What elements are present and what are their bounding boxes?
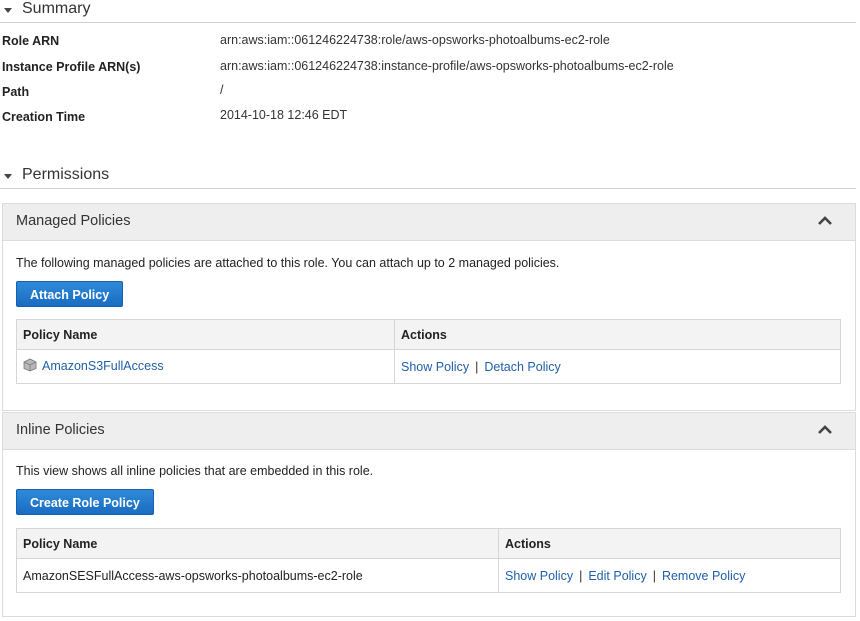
detach-policy-link[interactable]: Detach Policy <box>484 360 560 374</box>
managed-policies-table: Policy Name Actions AmazonS3FullAccess S… <box>16 319 841 384</box>
policy-name-cell: AmazonSESFullAccess-aws-opsworks-photoal… <box>16 558 499 593</box>
managed-policies-title: Managed Policies <box>16 213 131 229</box>
path-label: Path <box>2 85 30 99</box>
instance-profile-arn-value: arn:aws:iam::061246224738:instance-profi… <box>220 59 674 73</box>
policy-link-amazons3fullaccess[interactable]: AmazonS3FullAccess <box>42 359 164 373</box>
column-header-actions: Actions <box>498 528 841 559</box>
creation-time-value: 2014-10-18 12:46 EDT <box>220 108 348 122</box>
managed-policies-panel: Managed Policies The following managed p… <box>2 203 856 411</box>
inline-policies-title: Inline Policies <box>16 422 105 438</box>
inline-policies-table: Policy Name Actions AmazonSESFullAccess-… <box>16 528 841 593</box>
attach-policy-button[interactable]: Attach Policy <box>16 281 124 307</box>
create-role-policy-button[interactable]: Create Role Policy <box>16 489 154 515</box>
edit-policy-link[interactable]: Edit Policy <box>588 569 646 583</box>
managed-policies-description: The following managed policies are attac… <box>16 256 560 270</box>
summary-title: Summary <box>22 0 91 17</box>
remove-policy-link[interactable]: Remove Policy <box>662 569 745 583</box>
inline-policies-header[interactable]: Inline Policies <box>3 413 855 450</box>
role-arn-value: arn:aws:iam::061246224738:role/aws-opswo… <box>220 33 610 47</box>
column-header-policy-name: Policy Name <box>16 319 395 350</box>
show-policy-link[interactable]: Show Policy <box>401 360 469 374</box>
permissions-section-header[interactable]: Permissions <box>0 166 856 189</box>
actions-cell: Show Policy | Detach Policy <box>394 349 841 384</box>
action-separator: | <box>475 359 479 374</box>
managed-policies-header[interactable]: Managed Policies <box>3 204 855 241</box>
role-arn-label: Role ARN <box>2 34 60 48</box>
table-row: AmazonS3FullAccess Show Policy | Detach Po… <box>16 349 841 384</box>
inline-policies-description: This view shows all inline policies that… <box>16 464 374 478</box>
path-value: / <box>220 83 224 97</box>
table-header-row: Policy Name Actions <box>16 528 841 559</box>
action-separator: | <box>579 568 583 583</box>
summary-section-header[interactable]: Summary <box>0 0 856 23</box>
chevron-up-icon[interactable] <box>817 423 833 437</box>
permissions-title: Permissions <box>22 166 110 183</box>
actions-cell: Show Policy | Edit Policy | Remove Policy <box>498 558 841 593</box>
instance-profile-arn-label: Instance Profile ARN(s) <box>2 60 141 74</box>
creation-time-label: Creation Time <box>2 110 86 124</box>
chevron-up-icon[interactable] <box>817 214 833 228</box>
caret-down-icon[interactable] <box>4 8 12 13</box>
package-icon <box>23 358 37 375</box>
policy-name-cell: AmazonS3FullAccess <box>16 349 395 384</box>
inline-policies-panel: Inline Policies This view shows all inli… <box>2 412 856 617</box>
action-separator: | <box>652 568 656 583</box>
show-policy-link[interactable]: Show Policy <box>505 569 573 583</box>
caret-down-icon[interactable] <box>4 174 12 179</box>
table-header-row: Policy Name Actions <box>16 319 841 350</box>
table-row: AmazonSESFullAccess-aws-opsworks-photoal… <box>16 558 841 593</box>
column-header-actions: Actions <box>394 319 841 350</box>
column-header-policy-name: Policy Name <box>16 528 499 559</box>
